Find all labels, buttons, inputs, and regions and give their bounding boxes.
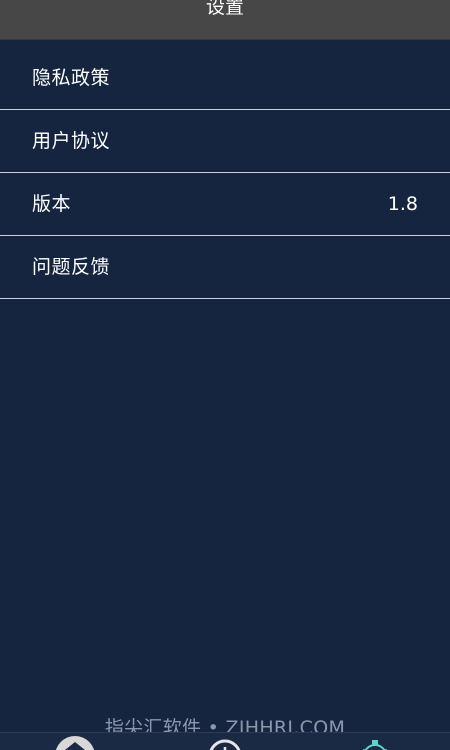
- settings-item-label: 隐私政策: [32, 67, 111, 89]
- settings-item-label: 版本: [32, 193, 72, 215]
- settings-item-feedback[interactable]: 问题反馈: [0, 236, 450, 299]
- tab-history[interactable]: [203, 736, 247, 750]
- tab-home[interactable]: [53, 736, 97, 750]
- settings-item-user-agreement[interactable]: 用户协议: [0, 110, 450, 173]
- tab-settings[interactable]: [353, 736, 397, 750]
- clock-icon: [209, 739, 241, 750]
- gear-icon: [359, 740, 391, 750]
- settings-item-label: 问题反馈: [32, 256, 111, 278]
- page-title: 设置: [205, 0, 244, 18]
- home-icon: [55, 736, 95, 750]
- top-bar: 设置: [0, 0, 450, 40]
- settings-item-version[interactable]: 版本 1.8: [0, 173, 450, 236]
- settings-list: 隐私政策 用户协议 版本 1.8 问题反馈: [0, 47, 450, 299]
- settings-screen: 设置 隐私政策 用户协议 版本 1.8 问题反馈 指尖汇软件 • ZJHHRJ.…: [0, 0, 450, 750]
- version-value: 1.8: [387, 193, 418, 215]
- bottom-tab-bar: [0, 732, 450, 750]
- settings-item-label: 用户协议: [32, 130, 111, 152]
- settings-item-privacy-policy[interactable]: 隐私政策: [0, 47, 450, 110]
